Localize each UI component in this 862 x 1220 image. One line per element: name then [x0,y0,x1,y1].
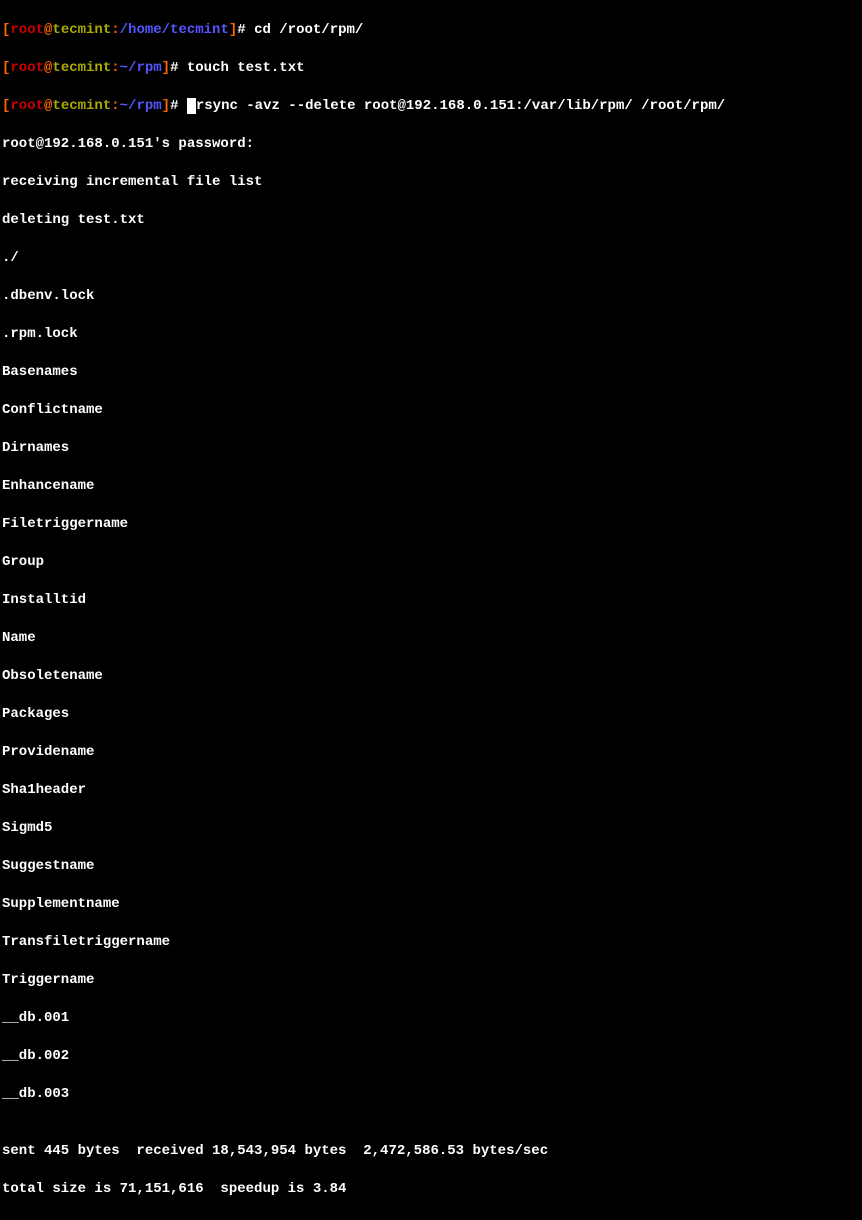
output-line: Obsoletename [2,667,860,686]
prompt-host: tecmint [52,98,111,114]
command-text[interactable]: touch test.txt [187,60,305,76]
output-line: Supplementname [2,895,860,914]
prompt-host: tecmint [52,60,111,76]
output-line: Triggername [2,971,860,990]
prompt-host: tecmint [52,22,111,38]
output-line: .rpm.lock [2,325,860,344]
prompt-line-3: [root@tecmint:~/rpm]# rsync -avz --delet… [2,97,860,116]
output-line: Group [2,553,860,572]
prompt-user: root [10,60,44,76]
output-line: Conflictname [2,401,860,420]
prompt-user: root [10,98,44,114]
prompt-line-1: [root@tecmint:/home/tecmint]# cd /root/r… [2,21,860,40]
prompt-path: ~/rpm [120,98,162,114]
prompt-user: root [10,22,44,38]
command-text[interactable]: rsync -avz --delete root@192.168.0.151:/… [196,98,725,114]
output-line: receiving incremental file list [2,173,860,192]
prompt-path: ~/rpm [120,60,162,76]
output-line: total size is 71,151,616 speedup is 3.84 [2,1180,860,1199]
prompt-hash: # [170,98,187,114]
output-line: Filetriggername [2,515,860,534]
output-line: Sha1header [2,781,860,800]
output-line: __db.002 [2,1047,860,1066]
colon: : [111,22,119,38]
output-line: Enhancename [2,477,860,496]
prompt-hash: # [170,60,187,76]
colon: : [111,98,119,114]
prompt-path: /home/tecmint [120,22,229,38]
output-line: Transfiletriggername [2,933,860,952]
output-line: Dirnames [2,439,860,458]
output-line: __db.001 [2,1009,860,1028]
command-text[interactable]: cd /root/rpm/ [254,22,363,38]
output-line: deleting test.txt [2,211,860,230]
bracket-close: ] [229,22,237,38]
output-line: Name [2,629,860,648]
output-line: sent 445 bytes received 18,543,954 bytes… [2,1142,860,1161]
cursor-block [187,98,196,114]
output-line: .dbenv.lock [2,287,860,306]
output-line: Providename [2,743,860,762]
terminal-output: [root@tecmint:/home/tecmint]# cd /root/r… [0,0,862,1220]
output-line: __db.003 [2,1085,860,1104]
output-line: root@192.168.0.151's password: [2,135,860,154]
bracket-close: ] [162,98,170,114]
output-line: ./ [2,249,860,268]
output-line: Basenames [2,363,860,382]
output-line: Sigmd5 [2,819,860,838]
output-line: Suggestname [2,857,860,876]
bracket-close: ] [162,60,170,76]
output-line: Installtid [2,591,860,610]
prompt-hash: # [237,22,254,38]
output-line: Packages [2,705,860,724]
prompt-line-2: [root@tecmint:~/rpm]# touch test.txt [2,59,860,78]
colon: : [111,60,119,76]
